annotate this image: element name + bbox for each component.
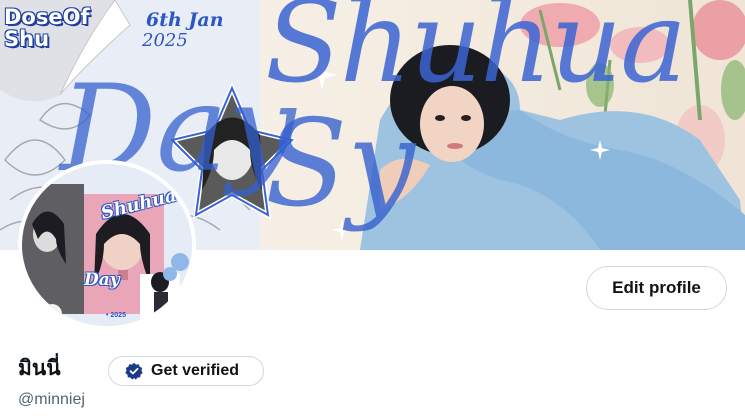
banner-date: 6th Jan xyxy=(146,9,224,31)
banner-script-title: Shuhua xyxy=(265,0,687,108)
banner-dose-line1: DoseOf xyxy=(4,5,90,29)
get-verified-button[interactable]: Get verified xyxy=(108,356,264,386)
avatar-day: Day xyxy=(84,270,120,290)
banner-year: 2025 xyxy=(142,30,188,51)
avatar-year: • 2025 xyxy=(106,312,126,319)
edit-profile-button[interactable]: Edit profile xyxy=(586,266,727,310)
user-handle: @minniej xyxy=(18,391,85,408)
display-name: มินนี่ xyxy=(18,356,61,380)
banner-script-sy: Sy xyxy=(265,95,415,234)
get-verified-label: Get verified xyxy=(151,362,240,379)
banner-dose-line2: Shu xyxy=(4,27,50,51)
verified-badge-icon xyxy=(125,362,143,380)
avatar[interactable]: Shuhua's Day • 2025 xyxy=(18,160,196,330)
banner-dose-text: DoseOf Shu xyxy=(4,6,90,50)
